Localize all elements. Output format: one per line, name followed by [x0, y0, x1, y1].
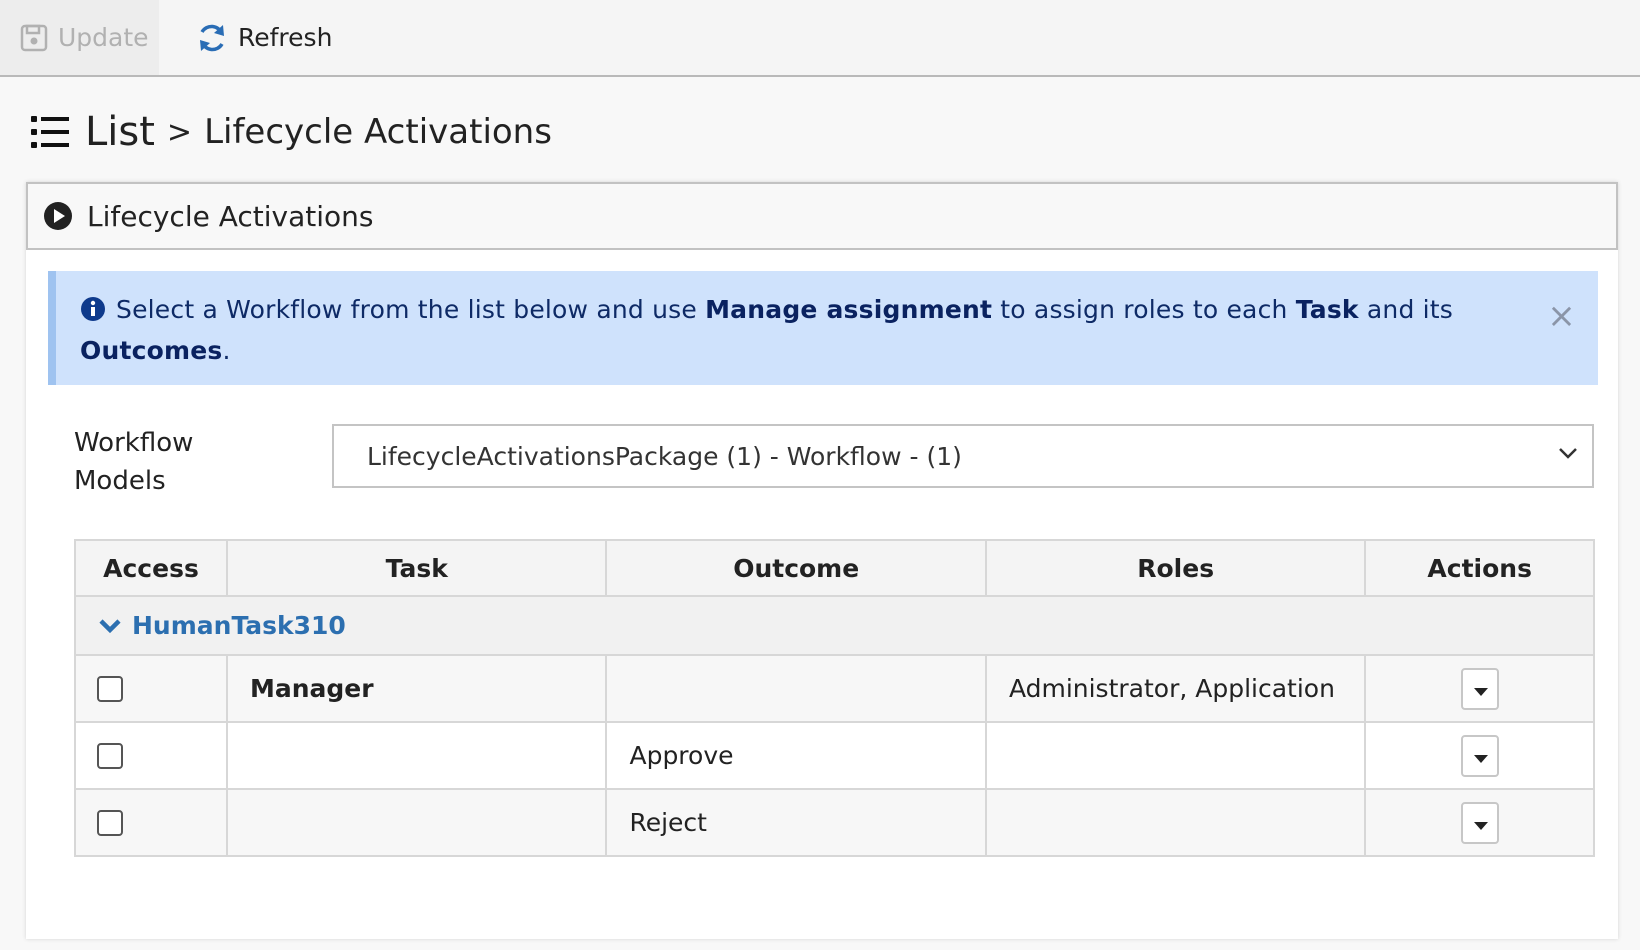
task-cell: Manager	[225, 654, 608, 723]
breadcrumb-separator: >	[166, 114, 193, 150]
group-cell: HumanTask310	[74, 595, 1595, 656]
outcome-cell: Approve	[605, 721, 987, 790]
workflow-models-label: Workflow Models	[74, 428, 194, 496]
lifecycle-panel: Lifecycle Activations Select a Workflow …	[26, 182, 1618, 939]
table-row: Approve	[74, 721, 1595, 790]
chevron-down-icon	[1559, 448, 1577, 459]
update-button[interactable]: Update	[0, 0, 159, 75]
group-row: HumanTask310	[74, 595, 1595, 656]
group-toggle[interactable]: HumanTask310	[98, 611, 1592, 640]
actions-cell	[1364, 721, 1595, 790]
access-cell	[74, 654, 228, 723]
table-row: Manager Administrator, Application	[74, 654, 1595, 723]
refresh-icon	[200, 24, 224, 51]
outcome-cell	[605, 654, 987, 723]
list-icon	[31, 115, 69, 149]
alert-bold-outcomes: Outcomes	[80, 336, 223, 365]
access-checkbox[interactable]	[97, 809, 123, 836]
chevron-down-icon	[99, 618, 121, 633]
roles-cell	[984, 788, 1367, 857]
alert-text-4: .	[222, 336, 231, 365]
toolbar: Update Refresh	[0, 0, 1640, 77]
outcome-cell: Reject	[605, 788, 987, 857]
task-cell	[225, 721, 608, 790]
breadcrumb-current: Lifecycle Activations	[204, 112, 552, 152]
info-icon	[80, 295, 106, 332]
actions-dropdown-button[interactable]	[1460, 667, 1499, 710]
alert-text-2: to assign roles to each	[992, 295, 1296, 324]
alert-bold-manage-assignment: Manage assignment	[705, 295, 993, 324]
actions-dropdown-button[interactable]	[1460, 734, 1499, 777]
breadcrumb: List > Lifecycle Activations	[31, 104, 552, 160]
access-checkbox[interactable]	[97, 742, 123, 769]
panel-title: Lifecycle Activations	[87, 199, 374, 233]
column-header-access: Access	[74, 539, 228, 597]
workflow-selected-value: LifecycleActivationsPackage (1) - Workfl…	[367, 441, 962, 471]
column-header-outcome: Outcome	[605, 539, 987, 597]
refresh-label: Refresh	[238, 23, 333, 52]
table-header-row: Access Task Outcome Roles Actions	[74, 539, 1595, 597]
assignment-table: Access Task Outcome Roles Actions HumanT…	[74, 539, 1595, 857]
actions-cell	[1364, 654, 1595, 723]
table-row: Reject	[74, 788, 1595, 857]
actions-cell	[1364, 788, 1595, 857]
column-header-task: Task	[225, 539, 608, 597]
panel-header[interactable]: Lifecycle Activations	[26, 182, 1618, 250]
workflow-models-select[interactable]: LifecycleActivationsPackage (1) - Workfl…	[332, 424, 1594, 488]
alert-bold-task: Task	[1295, 295, 1359, 324]
column-header-roles: Roles	[984, 539, 1367, 597]
save-icon	[20, 24, 48, 51]
roles-cell: Administrator, Application	[984, 654, 1367, 723]
access-cell	[74, 721, 228, 790]
task-cell	[225, 788, 608, 857]
group-name: HumanTask310	[132, 611, 346, 640]
alert-text-1: Select a Workflow from the list below an…	[116, 295, 706, 324]
refresh-button[interactable]: Refresh	[196, 0, 332, 75]
info-alert: Select a Workflow from the list below an…	[48, 271, 1598, 385]
play-circle-icon	[44, 202, 72, 230]
update-label: Update	[58, 23, 149, 52]
roles-cell	[984, 721, 1367, 790]
breadcrumb-root[interactable]: List	[85, 109, 155, 155]
close-icon[interactable]: ×	[1547, 299, 1576, 333]
alert-text-3: and its	[1358, 295, 1454, 324]
access-checkbox[interactable]	[97, 675, 123, 702]
column-header-actions: Actions	[1364, 539, 1595, 597]
actions-dropdown-button[interactable]	[1460, 801, 1499, 844]
access-cell	[74, 788, 228, 857]
